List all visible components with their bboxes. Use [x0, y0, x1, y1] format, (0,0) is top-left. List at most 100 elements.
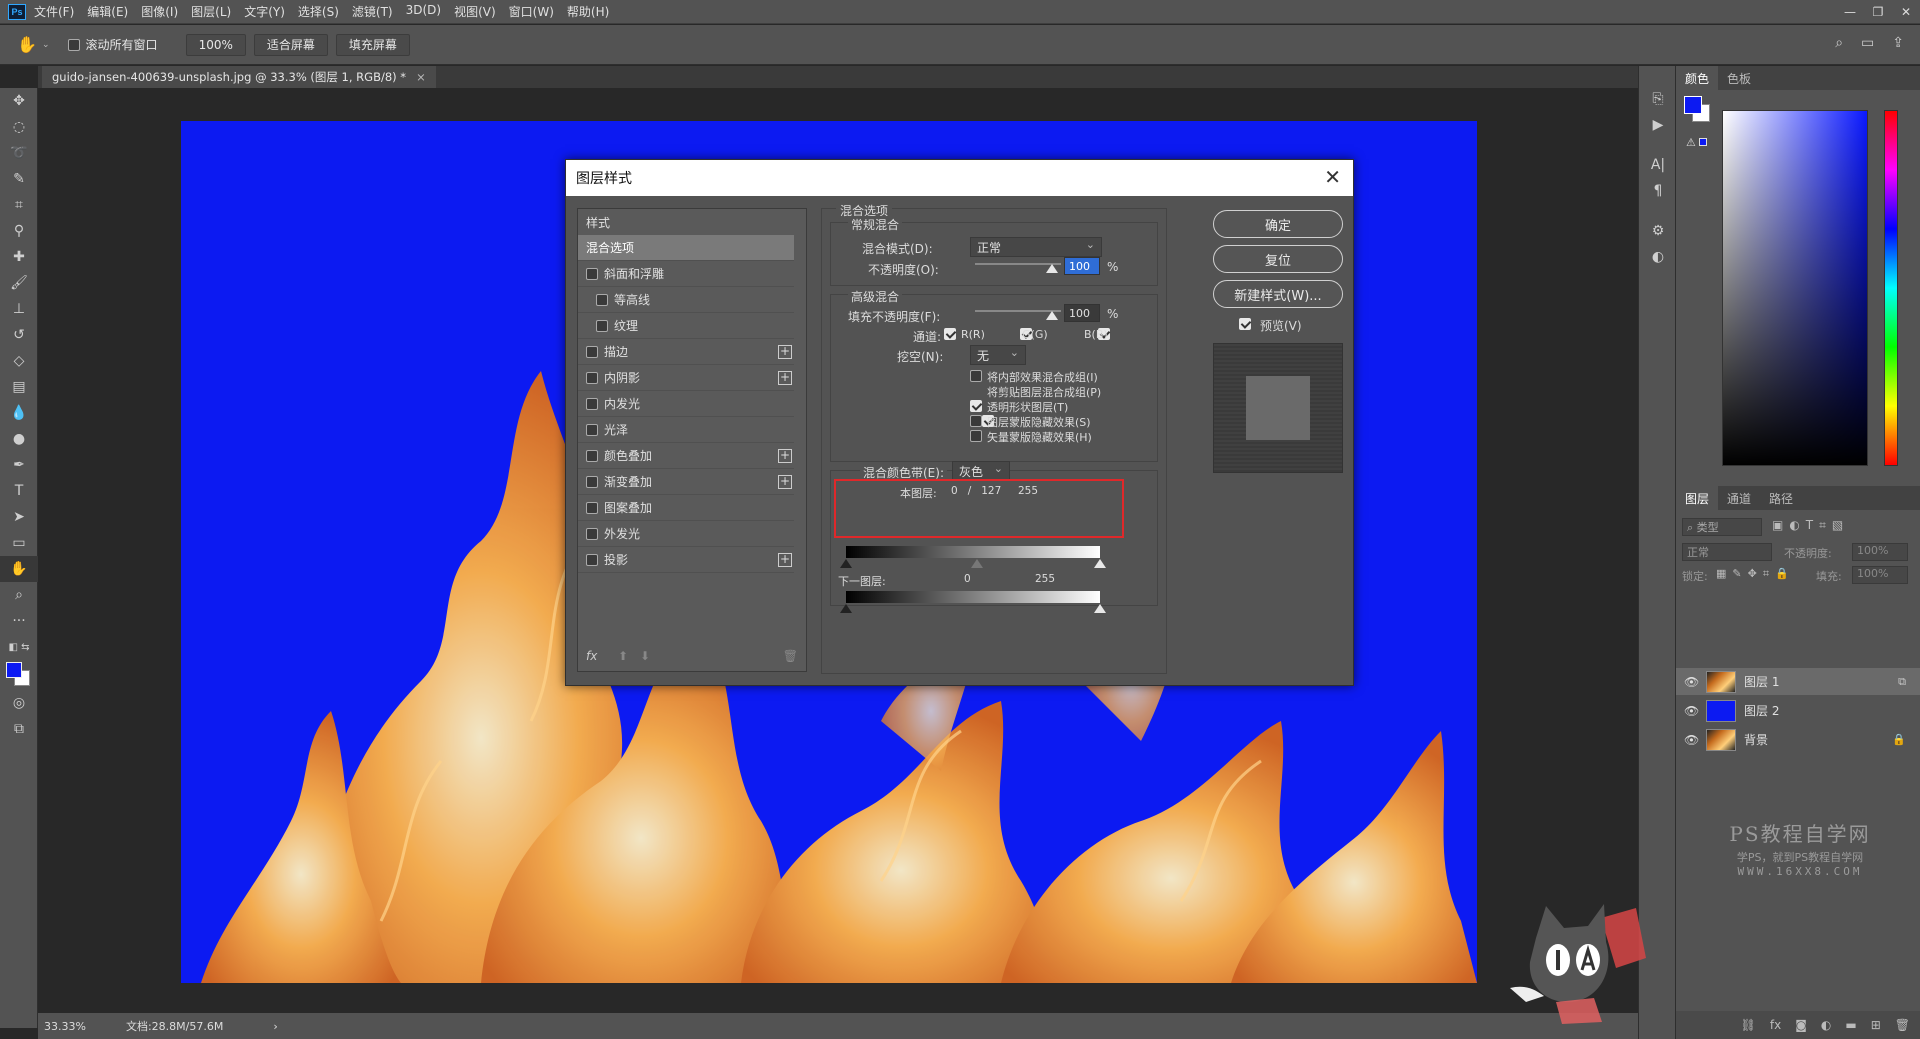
layer-kind-filter[interactable]: ⌕ 类型 [1682, 518, 1762, 536]
opacity-slider-thumb[interactable] [1046, 264, 1058, 273]
layer-blend-mode[interactable]: 正常 [1682, 543, 1772, 561]
style-item[interactable]: 内发光 [578, 391, 794, 417]
underlying-gradient-slider[interactable] [846, 591, 1100, 603]
adjustment-layer-icon[interactable]: ◐ [1821, 1018, 1831, 1032]
path-select-tool-icon[interactable]: ➤ [0, 504, 38, 530]
zoom-tool-icon[interactable]: ⌕ [0, 582, 38, 608]
menu-item[interactable]: 图层(L) [191, 3, 231, 20]
style-item[interactable]: 渐变叠加 + [578, 469, 794, 495]
chevron-down-icon[interactable]: ⌄ [42, 40, 50, 50]
dodge-tool-icon[interactable]: ● [0, 426, 38, 452]
blend-if-select[interactable]: 灰色 [952, 461, 1010, 481]
link-layers-icon[interactable]: ⛓ [1741, 1018, 1756, 1032]
style-item[interactable]: 描边 + [578, 339, 794, 365]
history-brush-icon[interactable]: ↺ [0, 322, 38, 348]
new-group-icon[interactable]: ▬ [1845, 1018, 1856, 1032]
style-item[interactable]: 图案叠加 [578, 495, 794, 521]
advanced-option-checkbox[interactable] [970, 415, 982, 427]
preview-checkbox[interactable] [1239, 318, 1251, 330]
this-layer-mid-thumb[interactable] [971, 559, 983, 568]
hand-tool-selected-icon[interactable]: ✋ [0, 556, 38, 582]
quick-mask-icon[interactable]: ◎ [0, 690, 38, 716]
layer-name[interactable]: 图层 1 [1744, 673, 1779, 690]
advanced-option-checkbox[interactable] [970, 430, 982, 442]
advanced-option-checkbox[interactable] [970, 400, 982, 412]
style-item-checkbox[interactable] [586, 423, 598, 436]
fit-screen-button[interactable]: 适合屏幕 [253, 33, 328, 56]
menu-item[interactable]: 图像(I) [141, 3, 178, 20]
knockout-select[interactable]: 无 [970, 345, 1026, 365]
style-item-checkbox[interactable] [586, 397, 598, 410]
opacity-input[interactable]: 100 [1064, 257, 1100, 275]
rectangle-tool-icon[interactable]: ▭ [0, 530, 38, 556]
character-panel-icon[interactable]: A| [1639, 152, 1677, 178]
style-item-checkbox[interactable] [596, 319, 608, 332]
move-down-icon[interactable]: ⬇ [640, 649, 650, 663]
layer-name[interactable]: 背景 [1744, 731, 1768, 748]
status-menu-arrow-icon[interactable]: › [273, 1020, 277, 1033]
gradient-tool-icon[interactable]: ▤ [0, 374, 38, 400]
layer-filter-icons[interactable]: ▣◐T⌗▧ [1772, 518, 1849, 533]
restore-icon[interactable]: ❐ [1864, 0, 1892, 24]
fill-opacity-slider-thumb[interactable] [1046, 311, 1058, 320]
add-effect-icon[interactable]: + [778, 371, 792, 385]
style-item[interactable]: 斜面和浮雕 [578, 261, 794, 287]
layer-row[interactable]: 👁 背景 🔒 [1676, 726, 1920, 753]
visibility-eye-icon[interactable]: 👁 [1684, 704, 1700, 718]
style-item[interactable]: 外发光 [578, 521, 794, 547]
tab-paths[interactable]: 路径 [1760, 486, 1802, 510]
new-style-button[interactable]: 新建样式(W)... [1213, 280, 1343, 308]
this-layer-gradient-slider[interactable] [846, 546, 1100, 558]
close-window-icon[interactable]: ✕ [1892, 0, 1920, 24]
eraser-tool-icon[interactable]: ◇ [0, 348, 38, 374]
style-item[interactable]: 纹理 [578, 313, 794, 339]
menu-item[interactable]: 选择(S) [298, 3, 339, 20]
visibility-eye-icon[interactable]: 👁 [1684, 733, 1700, 747]
zoom-100-button[interactable]: 100% [185, 33, 246, 56]
tab-close-icon[interactable]: × [416, 70, 426, 84]
visibility-eye-icon[interactable]: 👁 [1684, 675, 1700, 689]
adjustments-panel-icon[interactable]: ◐ [1639, 244, 1677, 270]
layer-opacity-value[interactable]: 100% [1852, 543, 1908, 561]
actions-panel-icon[interactable]: ▶ [1639, 112, 1677, 138]
menu-item[interactable]: 编辑(E) [87, 3, 128, 20]
pen-tool-icon[interactable]: ✒ [0, 452, 38, 478]
style-item[interactable]: 内阴影 + [578, 365, 794, 391]
tab-color[interactable]: 颜色 [1676, 66, 1719, 90]
panel-foreground-swatch[interactable] [1684, 96, 1702, 114]
delete-layer-icon[interactable]: 🗑 [1895, 1018, 1910, 1032]
marquee-tool-icon[interactable]: ◌ [0, 114, 38, 140]
style-item-checkbox[interactable] [596, 293, 608, 306]
menu-item[interactable]: 文件(F) [34, 3, 74, 20]
style-item[interactable]: 投影 + [578, 547, 794, 573]
style-item[interactable]: 等高线 [578, 287, 794, 313]
properties-panel-icon[interactable]: ⚙ [1639, 218, 1677, 244]
ok-button[interactable]: 确定 [1213, 210, 1343, 238]
style-item-checkbox[interactable] [586, 501, 598, 514]
this-layer-black-thumb[interactable] [840, 559, 852, 568]
brush-tool-icon[interactable]: 🖌 [0, 270, 38, 296]
underlying-black-thumb[interactable] [840, 604, 852, 613]
blend-mode-select[interactable]: 正常 [970, 237, 1102, 257]
menu-item[interactable]: 帮助(H) [567, 3, 609, 20]
layer-row[interactable]: 👁 图层 1 ⧉ [1676, 668, 1920, 695]
style-item[interactable]: 光泽 [578, 417, 794, 443]
move-tool-icon[interactable]: ✥ [0, 88, 38, 114]
advanced-option-checkbox[interactable] [970, 370, 982, 382]
layer-row[interactable]: 👁 图层 2 [1676, 697, 1920, 724]
reset-button[interactable]: 复位 [1213, 245, 1343, 273]
share-icon[interactable]: ⇪ [1892, 35, 1904, 51]
tab-swatches[interactable]: 色板 [1718, 66, 1760, 90]
stamp-tool-icon[interactable]: ⊥ [0, 296, 38, 322]
style-item-checkbox[interactable] [586, 267, 598, 280]
fill-value[interactable]: 100% [1852, 566, 1908, 584]
this-layer-white-thumb[interactable] [1094, 559, 1106, 568]
history-panel-icon[interactable]: ⎘ [1639, 86, 1677, 112]
dialog-close-icon[interactable]: ✕ [1324, 165, 1341, 189]
menu-item[interactable]: 视图(V) [454, 3, 496, 20]
channel-r-checkbox[interactable] [944, 328, 956, 340]
underlying-white-thumb[interactable] [1094, 604, 1106, 613]
lock-icons[interactable]: ▦✎✥⌗🔒 [1716, 567, 1795, 581]
more-tools-icon[interactable]: ··· [0, 608, 38, 634]
eyedropper-tool-icon[interactable]: ⚲ [0, 218, 38, 244]
